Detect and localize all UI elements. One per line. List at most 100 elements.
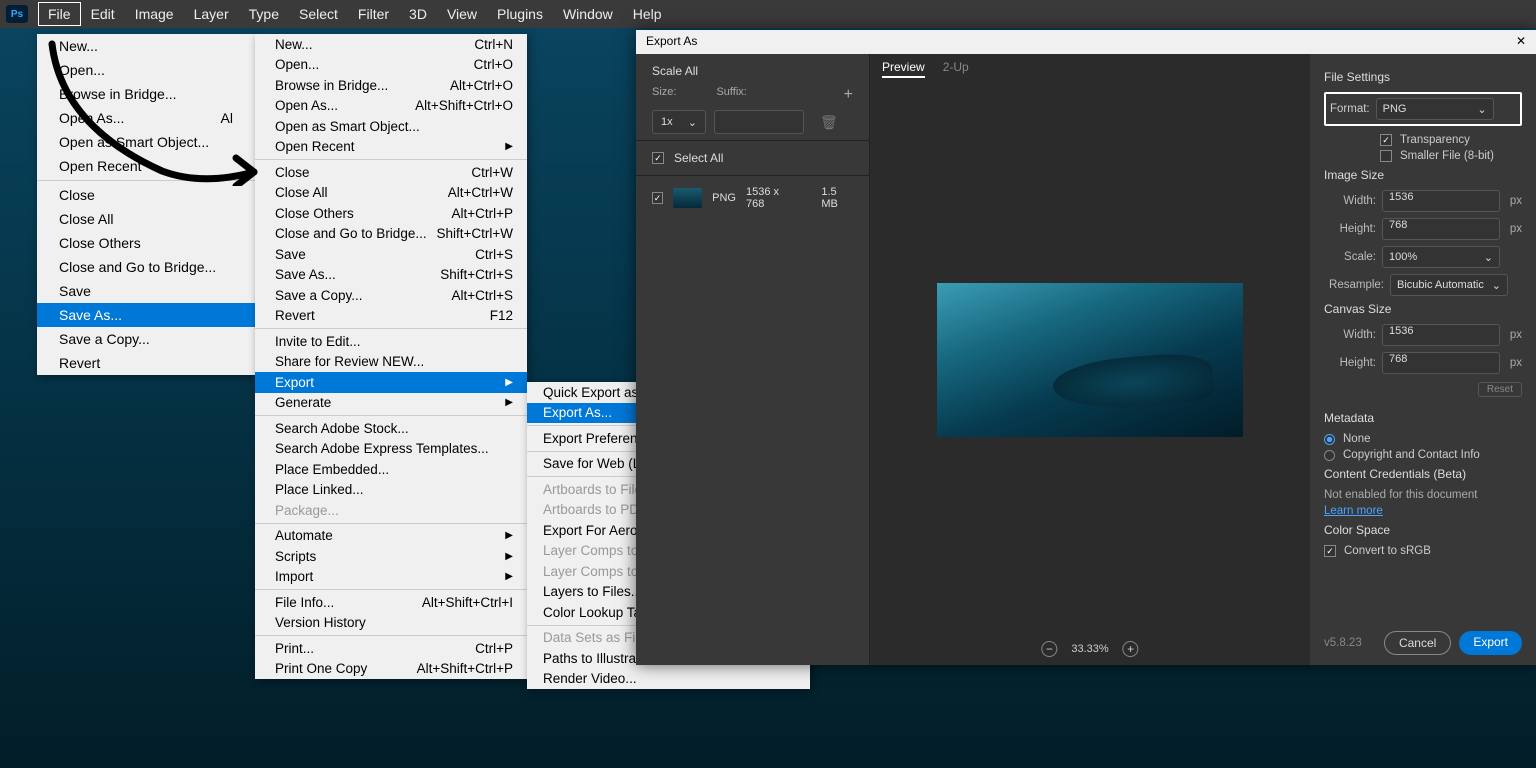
menubar-item-3d[interactable]: 3D — [399, 2, 437, 26]
file-menu-item[interactable]: Version History — [255, 613, 527, 634]
menubar-item-plugins[interactable]: Plugins — [487, 2, 553, 26]
file-menu-item[interactable]: Automate▶ — [255, 526, 527, 547]
close-icon[interactable]: ✕ — [1516, 34, 1526, 50]
file-menu-item[interactable]: Save a Copy... — [37, 327, 255, 351]
learn-more-link[interactable]: Learn more — [1324, 505, 1522, 517]
file-menu-item[interactable]: SaveCtrl+S — [255, 244, 527, 265]
zoom-in-icon[interactable]: + — [1123, 641, 1139, 657]
file-menu-item[interactable]: Open as Smart Object... — [37, 130, 255, 154]
menubar-item-view[interactable]: View — [437, 2, 487, 26]
file-menu-item[interactable]: New...Ctrl+N — [255, 34, 527, 55]
srgb-checkbox[interactable] — [1324, 545, 1336, 557]
tab-preview[interactable]: Preview — [882, 60, 925, 78]
file-menu-item[interactable]: Scripts▶ — [255, 546, 527, 567]
format-label: Format: — [1330, 103, 1370, 115]
file-menu-item[interactable]: New... — [37, 34, 255, 58]
menubar-item-image[interactable]: Image — [125, 2, 184, 26]
smaller-file-label: Smaller File (8-bit) — [1400, 150, 1494, 162]
file-menu-item[interactable]: Search Adobe Stock... — [255, 418, 527, 439]
file-menu-item[interactable]: Open... — [37, 58, 255, 82]
file-menu-item[interactable]: Browse in Bridge...Alt+Ctrl+O — [255, 75, 527, 96]
menubar-item-type[interactable]: Type — [239, 2, 289, 26]
reset-button[interactable]: Reset — [1478, 382, 1522, 397]
add-size-icon[interactable]: + — [844, 86, 853, 104]
file-menu-item[interactable]: Browse in Bridge... — [37, 82, 255, 106]
asset-thumb — [673, 188, 702, 208]
file-menu-item[interactable]: Close and Go to Bridge...Shift+Ctrl+W — [255, 224, 527, 245]
dialog-title: Export As — [646, 34, 697, 50]
asset-checkbox[interactable] — [652, 192, 663, 204]
file-menu-item[interactable]: Print One CopyAlt+Shift+Ctrl+P — [255, 659, 527, 680]
file-menu-item[interactable]: CloseCtrl+W — [255, 162, 527, 183]
file-menu-item[interactable]: Open Recent — [37, 154, 255, 178]
cancel-button[interactable]: Cancel — [1384, 631, 1451, 655]
file-menu-item[interactable]: Print...Ctrl+P — [255, 638, 527, 659]
file-menu-item[interactable]: Save a Copy...Alt+Ctrl+S — [255, 285, 527, 306]
transparency-checkbox[interactable] — [1380, 134, 1392, 146]
file-menu-item[interactable]: Search Adobe Express Templates... — [255, 439, 527, 460]
zoom-level: 33.33% — [1071, 643, 1108, 655]
file-menu-item[interactable]: Revert — [37, 351, 255, 375]
file-menu-item[interactable]: Open Recent▶ — [255, 137, 527, 158]
metadata-copy-radio[interactable] — [1324, 450, 1335, 461]
scale-select[interactable]: 1x⌄ — [652, 110, 706, 134]
suffix-input[interactable] — [714, 110, 804, 134]
export-left-panel: Scale All Size: Suffix: + 1x⌄ 🗑 Select A… — [636, 54, 870, 665]
file-menu-item[interactable]: Export▶ — [255, 372, 527, 393]
file-menu-item[interactable]: Close OthersAlt+Ctrl+P — [255, 203, 527, 224]
file-menu-item[interactable]: Open as Smart Object... — [255, 116, 527, 137]
file-menu-item[interactable]: File Info...Alt+Shift+Ctrl+I — [255, 592, 527, 613]
file-menu-item[interactable]: Save — [37, 279, 255, 303]
select-all-checkbox[interactable] — [652, 152, 664, 164]
menubar-item-edit[interactable]: Edit — [81, 2, 125, 26]
file-menu-overlay-2: New...Ctrl+NOpen...Ctrl+OBrowse in Bridg… — [255, 34, 527, 679]
file-menu-item[interactable]: Import▶ — [255, 567, 527, 588]
format-row-highlight: Format: PNG⌄ — [1324, 92, 1522, 126]
metadata-label: Metadata — [1324, 411, 1522, 425]
file-menu-item[interactable]: Close AllAlt+Ctrl+W — [255, 183, 527, 204]
file-menu-item[interactable]: Place Linked... — [255, 480, 527, 501]
file-menu-item[interactable]: Invite to Edit... — [255, 331, 527, 352]
canvas-width-input[interactable]: 1536 — [1382, 324, 1500, 346]
img-scale-select[interactable]: 100%⌄ — [1382, 246, 1500, 268]
trash-icon[interactable]: 🗑 — [820, 114, 838, 131]
file-menu-item[interactable]: Share for Review NEW... — [255, 352, 527, 373]
canvas-size-label: Canvas Size — [1324, 302, 1522, 316]
menubar: Ps FileEditImageLayerTypeSelectFilter3DV… — [0, 0, 1536, 28]
submenu-arrow-icon: ▶ — [505, 141, 513, 152]
menubar-item-filter[interactable]: Filter — [348, 2, 399, 26]
file-menu-item[interactable]: Close — [37, 183, 255, 207]
file-menu-item[interactable]: Open...Ctrl+O — [255, 55, 527, 76]
dialog-titlebar: Export As ✕ — [636, 30, 1536, 54]
file-menu-item[interactable]: Save As...Shift+Ctrl+S — [255, 265, 527, 286]
img-width-input[interactable]: 1536 — [1382, 190, 1500, 212]
file-menu-item[interactable]: RevertF12 — [255, 306, 527, 327]
file-menu-item[interactable]: Open As...Al — [37, 106, 255, 130]
canvas-height-input[interactable]: 768 — [1382, 352, 1500, 374]
file-menu-item[interactable]: Save As... — [37, 303, 255, 327]
file-menu-item[interactable]: Open As...Alt+Shift+Ctrl+O — [255, 96, 527, 117]
menubar-item-help[interactable]: Help — [623, 2, 672, 26]
menubar-item-file[interactable]: File — [38, 2, 81, 26]
file-menu-item[interactable]: Close Others — [37, 231, 255, 255]
asset-row[interactable]: PNG 1536 x 768 1.5 MB — [636, 176, 869, 220]
export-preview-panel: Preview 2-Up − 33.33% + — [870, 54, 1310, 665]
cc-beta-label: Content Credentials (Beta) — [1324, 467, 1522, 481]
zoom-out-icon[interactable]: − — [1041, 641, 1057, 657]
menubar-item-window[interactable]: Window — [553, 2, 623, 26]
menubar-item-layer[interactable]: Layer — [184, 2, 239, 26]
menubar-item-select[interactable]: Select — [289, 2, 348, 26]
file-menu-item[interactable]: Close All — [37, 207, 255, 231]
resample-select[interactable]: Bicubic Automatic⌄ — [1390, 274, 1508, 296]
smaller-file-checkbox[interactable] — [1380, 150, 1392, 162]
file-menu-item[interactable]: Close and Go to Bridge... — [37, 255, 255, 279]
tab-2up[interactable]: 2-Up — [943, 60, 969, 78]
export-menu-item[interactable]: Render Video... — [527, 669, 810, 690]
export-button[interactable]: Export — [1459, 631, 1522, 655]
img-height-input[interactable]: 768 — [1382, 218, 1500, 240]
export-as-dialog: Export As ✕ Scale All Size: Suffix: + 1x… — [636, 30, 1536, 665]
file-menu-item[interactable]: Generate▶ — [255, 393, 527, 414]
metadata-none-radio[interactable] — [1324, 434, 1335, 445]
file-menu-item[interactable]: Place Embedded... — [255, 459, 527, 480]
format-select[interactable]: PNG⌄ — [1376, 98, 1494, 120]
